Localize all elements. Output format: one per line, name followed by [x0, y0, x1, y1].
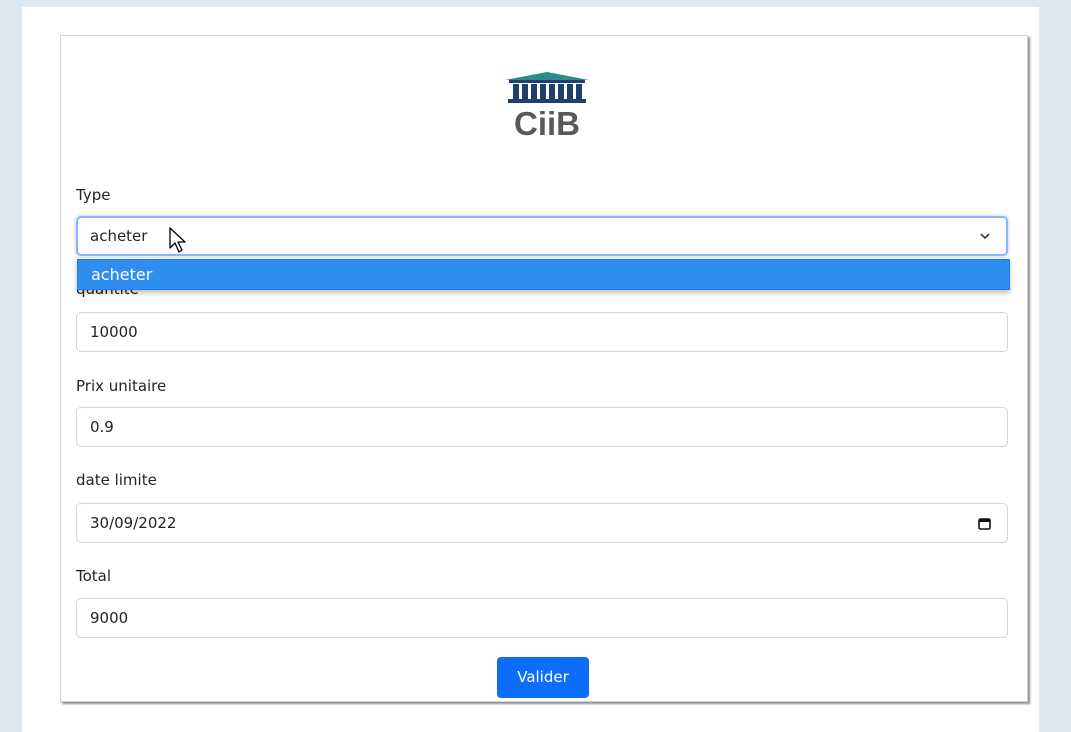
type-select[interactable]: acheter	[76, 216, 1008, 256]
total-input[interactable]: 9000	[76, 598, 1008, 638]
page-background: CiiB Type acheter acheter quantite 10000…	[22, 7, 1039, 732]
logo-text: CiiB	[514, 105, 580, 142]
type-option-acheter[interactable]: acheter	[77, 259, 1010, 290]
prix-unitaire-label: Prix unitaire	[76, 377, 167, 395]
date-limite-input[interactable]: 30/09/2022	[76, 503, 1008, 543]
date-limite-label: date limite	[76, 471, 157, 489]
prix-unitaire-input[interactable]: 0.9	[76, 407, 1008, 447]
date-limite-value: 30/09/2022	[90, 514, 177, 532]
type-select-value: acheter	[90, 227, 148, 245]
calendar-icon[interactable]	[978, 517, 991, 530]
chevron-down-icon	[980, 233, 990, 240]
ciib-logo: CiiB	[491, 68, 603, 150]
type-label: Type	[76, 186, 111, 204]
total-label: Total	[76, 567, 112, 585]
valider-button[interactable]: Valider	[497, 657, 589, 698]
quantite-input[interactable]: 10000	[76, 312, 1008, 352]
order-form-card: CiiB Type acheter acheter quantite 10000…	[60, 35, 1028, 702]
mouse-cursor-icon	[169, 227, 186, 253]
building-icon	[505, 72, 589, 103]
